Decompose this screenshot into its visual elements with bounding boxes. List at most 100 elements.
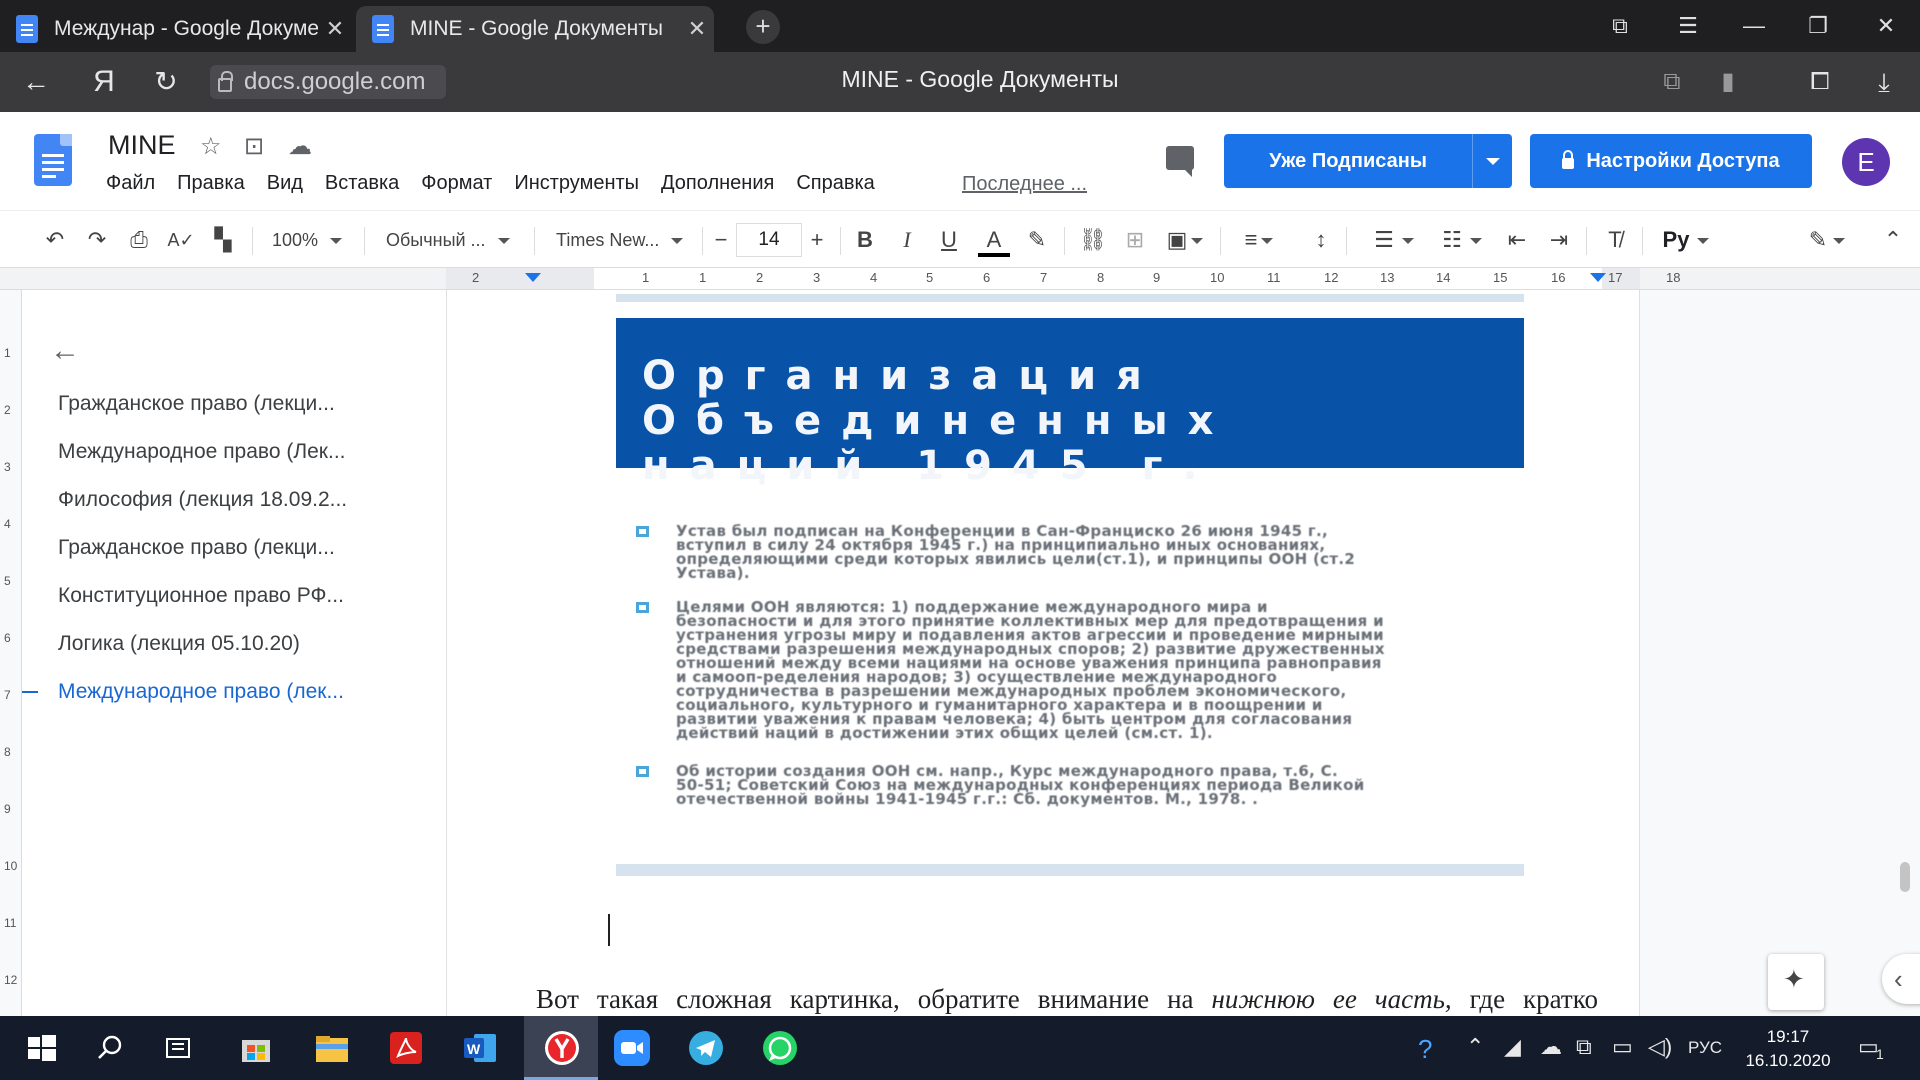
network-icon[interactable]: ◢: [1504, 1034, 1521, 1060]
word-icon[interactable]: W: [460, 1028, 500, 1068]
document-name[interactable]: MINE: [108, 130, 176, 161]
decrease-indent-icon[interactable]: ⇤: [1500, 223, 1534, 257]
font-size-input[interactable]: 14: [736, 223, 802, 257]
avatar[interactable]: E: [1842, 138, 1890, 186]
line-spacing-icon[interactable]: ↕: [1304, 223, 1338, 257]
clear-formatting-icon[interactable]: T̸: [1598, 223, 1632, 257]
share-dropdown-icon[interactable]: [1486, 158, 1500, 165]
bookmark-icon[interactable]: ▮: [1708, 64, 1748, 100]
zoom-icon[interactable]: [612, 1028, 652, 1068]
star-icon[interactable]: ☆: [200, 132, 222, 161]
file-explorer-icon[interactable]: [312, 1028, 352, 1068]
cloud-status-icon[interactable]: ☁: [288, 132, 312, 161]
outline-item[interactable]: Философия (лекция 18.09.2...: [58, 488, 398, 512]
whatsapp-icon[interactable]: [760, 1028, 800, 1068]
comment-history-icon[interactable]: [1166, 146, 1194, 177]
menu-icon[interactable]: ☰: [1660, 0, 1716, 52]
underline-button[interactable]: U: [932, 223, 966, 257]
italic-button[interactable]: I: [890, 223, 924, 257]
scrollbar-thumb[interactable]: [1900, 862, 1910, 892]
close-window-button[interactable]: ✕: [1858, 0, 1914, 52]
slide-bullet-icon: [636, 766, 649, 777]
input-language-button[interactable]: Ру: [1656, 223, 1716, 257]
menu-insert[interactable]: Вставка: [325, 172, 399, 195]
outline-item[interactable]: Гражданское право (лекци...: [58, 536, 398, 560]
onedrive-icon[interactable]: ☁: [1540, 1034, 1562, 1060]
store-icon[interactable]: [236, 1028, 276, 1068]
menu-edit[interactable]: Правка: [177, 172, 245, 195]
menu-addons[interactable]: Дополнения: [661, 172, 774, 195]
outline-item[interactable]: Конституционное право РФ...: [58, 584, 398, 608]
share-button[interactable]: Уже Подписаны: [1224, 134, 1512, 188]
paragraph-style-select[interactable]: Обычный ...: [386, 223, 522, 257]
decrease-font-size-button[interactable]: −: [706, 223, 736, 257]
body-word: такая: [596, 984, 659, 1014]
move-folder-icon[interactable]: ⊡: [244, 132, 264, 161]
browser-tab-2[interactable]: MINE - Google Документы ✕: [356, 6, 714, 52]
tab-manager-icon[interactable]: ⧉: [1592, 0, 1648, 52]
battery-icon[interactable]: ▭: [1612, 1034, 1633, 1060]
system-clock[interactable]: 19:17 16.10.2020: [1740, 1025, 1836, 1073]
new-tab-button[interactable]: +: [746, 10, 780, 44]
docs-logo-icon[interactable]: [34, 134, 72, 186]
increase-indent-icon[interactable]: ⇥: [1542, 223, 1576, 257]
menu-view[interactable]: Вид: [267, 172, 303, 195]
link-icon[interactable]: ⛓: [1076, 223, 1110, 257]
yandex-browser-icon[interactable]: [542, 1028, 582, 1068]
tab-close-icon[interactable]: ✕: [318, 16, 352, 42]
bold-button[interactable]: B: [848, 223, 882, 257]
paint-format-icon[interactable]: ▚: [206, 223, 240, 257]
text-color-button[interactable]: A: [976, 223, 1012, 257]
insert-image-icon[interactable]: ▣: [1160, 223, 1210, 257]
redo-icon[interactable]: ↷: [80, 223, 114, 257]
telegram-icon[interactable]: [686, 1028, 726, 1068]
access-settings-button[interactable]: Настройки Доступа: [1530, 134, 1812, 188]
tab-close-icon[interactable]: ✕: [680, 16, 714, 42]
search-icon[interactable]: [90, 1028, 130, 1068]
help-icon[interactable]: ?: [1418, 1034, 1432, 1065]
menu-file[interactable]: Файл: [106, 172, 155, 195]
hide-menus-icon[interactable]: ⌃: [1876, 223, 1910, 257]
outline-item-active[interactable]: Международное право (лек...: [58, 680, 398, 704]
bulleted-list-icon[interactable]: ☷: [1434, 223, 1490, 257]
increase-font-size-button[interactable]: +: [802, 223, 832, 257]
outline-item[interactable]: Логика (лекция 05.10.20): [58, 632, 398, 656]
explore-button[interactable]: [1768, 954, 1824, 1010]
collections-icon[interactable]: ⧠: [1800, 64, 1840, 100]
menu-tools[interactable]: Инструменты: [514, 172, 639, 195]
minimize-button[interactable]: —: [1726, 0, 1782, 52]
volume-icon[interactable]: ◁): [1648, 1034, 1672, 1060]
menu-help[interactable]: Справка: [796, 172, 874, 195]
windows-start-icon[interactable]: [22, 1028, 62, 1068]
undo-icon[interactable]: ↶: [38, 223, 72, 257]
body-paragraph[interactable]: Вот такая сложная картинка, обратите вни…: [536, 984, 1598, 1015]
left-indent-marker[interactable]: [525, 273, 541, 282]
numbered-list-icon[interactable]: ☰: [1366, 223, 1422, 257]
zoom-select[interactable]: 100%: [272, 223, 362, 257]
task-view-icon[interactable]: [158, 1028, 198, 1068]
outline-item[interactable]: Международное право (Лек...: [58, 440, 398, 464]
editing-mode-icon[interactable]: ✎: [1802, 223, 1852, 257]
download-icon[interactable]: ⤓: [1864, 64, 1904, 100]
body-word: где: [1469, 984, 1506, 1014]
add-comment-icon[interactable]: ⊞: [1118, 223, 1152, 257]
font-select[interactable]: Times New...: [556, 223, 692, 257]
spellcheck-icon[interactable]: A✓: [164, 223, 198, 257]
app-tray-icon[interactable]: ⧉: [1576, 1034, 1592, 1060]
right-indent-marker[interactable]: [1590, 273, 1606, 282]
share-divider: [1472, 134, 1473, 188]
input-language-indicator[interactable]: РУС: [1688, 1038, 1722, 1058]
align-icon[interactable]: ≡: [1234, 223, 1284, 257]
close-outline-icon[interactable]: ←: [50, 334, 80, 368]
acrobat-icon[interactable]: [386, 1028, 426, 1068]
last-edit-link[interactable]: Последнее ...: [962, 173, 1087, 196]
show-hidden-icons-icon[interactable]: ⌃: [1466, 1034, 1484, 1060]
browser-tab-1[interactable]: Междунар - Google Докуме ✕: [0, 6, 352, 52]
copy-icon[interactable]: ⧉: [1652, 64, 1692, 100]
maximize-button[interactable]: ❐: [1790, 0, 1846, 52]
outline-item[interactable]: Гражданское право (лекци...: [58, 392, 398, 416]
highlight-icon[interactable]: ✎: [1020, 223, 1054, 257]
menu-format[interactable]: Формат: [421, 172, 492, 195]
print-icon[interactable]: ⎙: [122, 223, 156, 257]
embedded-slide-image[interactable]: Организация Объединенных наций 1945 г. У…: [616, 294, 1524, 878]
